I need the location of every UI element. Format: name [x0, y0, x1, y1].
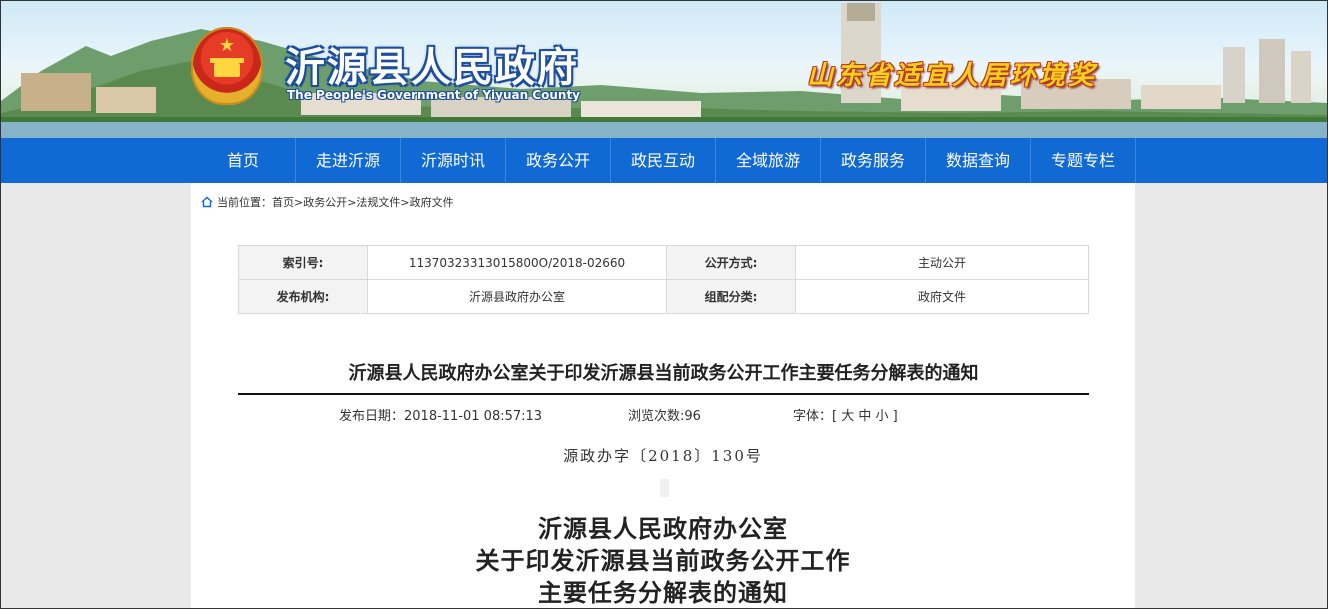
nav-item-services[interactable]: 政务服务: [821, 138, 926, 183]
body-title-line: 关于印发沂源县当前政务公开工作: [475, 546, 851, 575]
title-divider: [238, 393, 1089, 395]
national-emblem-logo: ★: [191, 27, 263, 105]
site-title: 沂源县人民政府: [285, 44, 579, 91]
disclosure-method-value: 主动公开: [795, 245, 1089, 280]
breadcrumb: 当前位置：首页>政务公开>法规文件>政府文件: [201, 194, 454, 210]
browser-page: ★ 沂源县人民政府 The People's Government of Yiy…: [0, 0, 1328, 609]
issuer-label: 发布机构:: [238, 279, 368, 314]
home-icon: [201, 196, 213, 208]
disclosure-method-label: 公开方式:: [666, 245, 796, 280]
issuer-value: 沂源县政府办公室: [367, 279, 667, 314]
publish-date: 发布日期：2018-11-01 08:57:13: [339, 409, 543, 424]
site-banner: ★ 沂源县人民政府 The People's Government of Yiy…: [1, 1, 1327, 138]
nav-item-tourism[interactable]: 全域旅游: [716, 138, 821, 183]
index-number-value: 11370323313015800O/2018-02660: [367, 245, 667, 280]
nav-item-news[interactable]: 沂源时讯: [401, 138, 506, 183]
document-title: 沂源县人民政府办公室关于印发沂源县当前政务公开工作主要任务分解表的通知: [348, 363, 979, 384]
body-title-line: 主要任务分解表的通知: [538, 578, 788, 607]
view-count: 浏览次数:96: [628, 409, 701, 424]
category-label: 组配分类:: [666, 279, 796, 314]
nav-item-about[interactable]: 走进沂源: [296, 138, 401, 183]
table-row: 发布机构: 沂源县政府办公室 组配分类: 政府文件: [238, 279, 1089, 314]
nav-item-topics[interactable]: 专题专栏: [1031, 138, 1136, 183]
nav-item-interaction[interactable]: 政民互动: [611, 138, 716, 183]
category-value: 政府文件: [795, 279, 1089, 314]
award-slogan: 山东省适宜人居环境奖: [807, 61, 1098, 91]
breadcrumb-text[interactable]: 当前位置：首页>政务公开>法规文件>政府文件: [217, 194, 454, 210]
nav-item-gov-info[interactable]: 政务公开: [506, 138, 611, 183]
article-content: 当前位置：首页>政务公开>法规文件>政府文件 索引号: 113703233130…: [191, 183, 1135, 608]
main-navigation: 首页 走进沂源 沂源时讯 政务公开 政民互动 全域旅游 政务服务 数据查询 专题…: [1, 138, 1327, 183]
document-meta-table: 索引号: 11370323313015800O/2018-02660 公开方式:…: [238, 245, 1089, 314]
document-number: 源政办字〔2018〕130号: [563, 447, 763, 465]
nav-item-home[interactable]: 首页: [191, 138, 296, 183]
body-title-line: 沂源县人民政府办公室: [538, 514, 788, 543]
table-row: 索引号: 11370323313015800O/2018-02660 公开方式:…: [238, 245, 1089, 280]
site-subtitle: The People's Government of Yiyuan County: [287, 88, 580, 102]
nav-item-data-query[interactable]: 数据查询: [926, 138, 1031, 183]
font-size-selector[interactable]: 字体：[ 大 中 小 ]: [793, 405, 898, 424]
index-number-label: 索引号:: [238, 245, 368, 280]
placeholder-block: [660, 479, 669, 497]
